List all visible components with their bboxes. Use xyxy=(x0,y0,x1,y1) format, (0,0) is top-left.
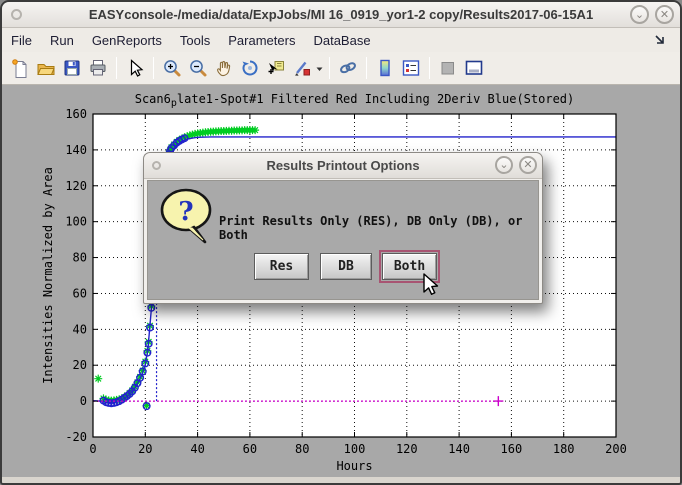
dialog-titlebar[interactable]: Results Printout Options ⌄ ✕ xyxy=(144,153,542,179)
dialog-minimize-icon[interactable]: ⌄ xyxy=(495,156,513,174)
link-plots-icon[interactable] xyxy=(336,56,360,80)
window-titlebar[interactable]: EASYconsole-/media/data/ExpJobs/MI 16_09… xyxy=(2,2,680,28)
legend-icon[interactable] xyxy=(399,56,423,80)
mouse-cursor-icon xyxy=(421,273,443,304)
question-bubble-icon: ? xyxy=(158,184,220,255)
svg-text:0: 0 xyxy=(89,442,96,456)
menu-parameters[interactable]: Parameters xyxy=(219,30,304,51)
dialog-buttons: Res DB Both xyxy=(148,253,538,287)
res-button[interactable]: Res xyxy=(254,253,309,280)
svg-text:140: 140 xyxy=(65,143,87,157)
svg-text:100: 100 xyxy=(65,215,87,229)
svg-text:80: 80 xyxy=(73,251,87,265)
close-icon[interactable]: ✕ xyxy=(655,5,674,24)
svg-text:?: ? xyxy=(178,197,193,227)
brush-icon[interactable] xyxy=(290,56,314,80)
pan-hand-icon[interactable] xyxy=(212,56,236,80)
svg-text:180: 180 xyxy=(553,442,575,456)
data-cursor-icon[interactable] xyxy=(264,56,288,80)
results-printout-dialog[interactable]: Results Printout Options ⌄ ✕ ? Print Res… xyxy=(143,152,543,304)
dialog-message: Print Results Only (RES), DB Only (DB), … xyxy=(219,214,530,242)
db-button[interactable]: DB xyxy=(320,253,372,280)
svg-text:200: 200 xyxy=(605,442,627,456)
easyconsole-window: EASYconsole-/media/data/ExpJobs/MI 16_09… xyxy=(0,0,682,485)
svg-text:140: 140 xyxy=(448,442,470,456)
svg-text:40: 40 xyxy=(190,442,204,456)
svg-text:Hours: Hours xyxy=(336,459,372,473)
rotate-3d-icon[interactable] xyxy=(238,56,262,80)
svg-text:80: 80 xyxy=(295,442,309,456)
figure-bottom-strip xyxy=(2,477,680,483)
menu-genreports[interactable]: GenReports xyxy=(83,30,171,51)
svg-text:Intensities Normalized by Area: Intensities Normalized by Area xyxy=(41,167,55,384)
zoom-in-icon[interactable] xyxy=(160,56,184,80)
open-folder-icon[interactable] xyxy=(34,56,58,80)
plot-tools-icon[interactable] xyxy=(462,56,486,80)
print-icon[interactable] xyxy=(86,56,110,80)
svg-text:20: 20 xyxy=(138,442,152,456)
dock-arrow-icon[interactable] xyxy=(654,33,666,51)
minimize-icon[interactable]: ⌄ xyxy=(630,5,649,24)
menu-run[interactable]: Run xyxy=(41,30,83,51)
blank-square-icon[interactable] xyxy=(436,56,460,80)
menubar: File Run GenReports Tools Parameters Dat… xyxy=(2,28,680,52)
menu-database[interactable]: DataBase xyxy=(304,30,379,51)
menu-tools[interactable]: Tools xyxy=(171,30,219,51)
svg-text:0: 0 xyxy=(80,394,87,408)
svg-text:120: 120 xyxy=(65,179,87,193)
brush-dropdown-icon[interactable] xyxy=(315,64,324,73)
svg-text:-20: -20 xyxy=(65,430,87,444)
svg-text:120: 120 xyxy=(396,442,418,456)
dialog-body: ? Print Results Only (RES), DB Only (DB)… xyxy=(147,180,539,300)
menu-file[interactable]: File xyxy=(2,30,41,51)
zoom-out-icon[interactable] xyxy=(186,56,210,80)
svg-text:40: 40 xyxy=(73,322,87,336)
colorbar-icon[interactable] xyxy=(373,56,397,80)
figure-toolbar xyxy=(2,52,680,85)
svg-text:Scan6plate1-Spot#1 Filtered Re: Scan6plate1-Spot#1 Filtered Red Includin… xyxy=(135,92,575,109)
window-title: EASYconsole-/media/data/ExpJobs/MI 16_09… xyxy=(2,7,680,22)
pointer-icon[interactable] xyxy=(123,56,147,80)
svg-text:20: 20 xyxy=(73,358,87,372)
dialog-close-icon[interactable]: ✕ xyxy=(519,156,537,174)
svg-text:60: 60 xyxy=(73,286,87,300)
svg-text:160: 160 xyxy=(501,442,523,456)
dialog-title: Results Printout Options xyxy=(144,158,542,173)
svg-text:160: 160 xyxy=(65,107,87,121)
save-icon[interactable] xyxy=(60,56,84,80)
svg-text:60: 60 xyxy=(243,442,257,456)
new-file-icon[interactable] xyxy=(8,56,32,80)
svg-text:100: 100 xyxy=(344,442,366,456)
